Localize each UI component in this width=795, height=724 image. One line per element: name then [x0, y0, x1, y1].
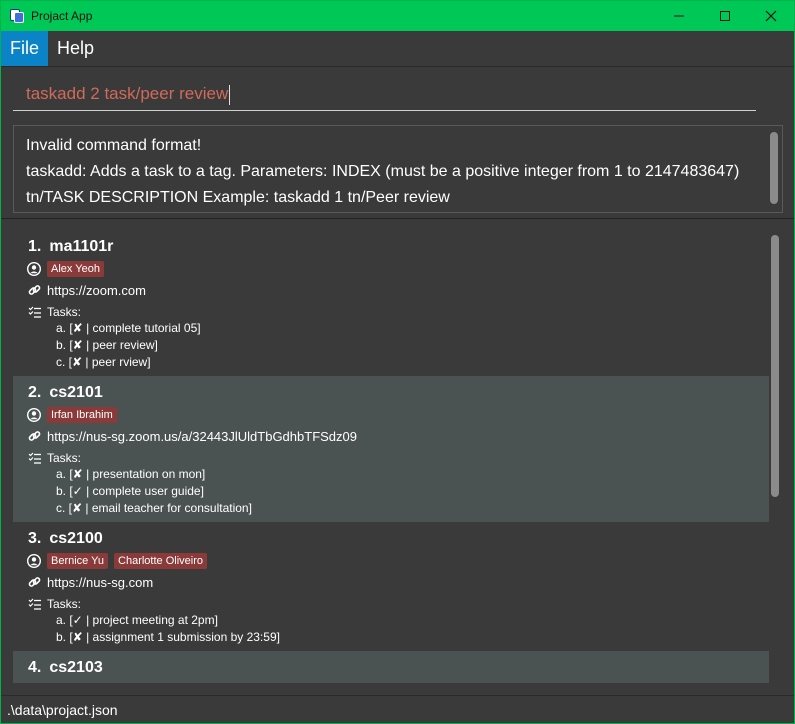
app-logo-icon [9, 8, 25, 24]
window-controls [656, 1, 794, 31]
card-index: 4. [28, 659, 42, 676]
list-item[interactable]: 3. cs2100 Bernice Yu Charlotte Oliveiro … [13, 522, 769, 651]
list-scrollbar[interactable] [771, 235, 779, 497]
task-list-icon [27, 451, 41, 465]
link-icon [27, 430, 41, 444]
card-title: cs2100 [49, 530, 103, 547]
status-bar: .\data\projact.json [1, 695, 794, 723]
card-title: ma1101r [49, 238, 114, 255]
tasks-label: Tasks: [47, 451, 82, 465]
card-index: 2. [28, 384, 42, 401]
task-item: a. [✘ | presentation on mon] [56, 467, 206, 481]
menu-file[interactable]: File [1, 31, 49, 66]
card-index: 3. [28, 530, 42, 547]
task-item: b. [✘ | peer review] [56, 338, 158, 352]
close-button[interactable] [748, 1, 794, 31]
task-item: a. [✓ | project meeting at 2pm] [56, 613, 218, 627]
command-box: taskadd 2 task/peer review [1, 67, 794, 119]
result-line: tn/TASK DESCRIPTION Example: taskadd 1 t… [26, 189, 450, 206]
person-icon [27, 408, 41, 422]
list-item[interactable]: 2. cs2101 Irfan Ibrahim https://nus-sg.z… [13, 376, 769, 522]
task-item: b. [✓ | complete user guide] [56, 484, 204, 498]
menu-bar: File Help [1, 31, 794, 67]
result-display[interactable]: Invalid command format! taskadd: Adds a … [13, 125, 783, 213]
task-list-icon [27, 305, 41, 319]
text-caret [229, 84, 231, 105]
meeting-link[interactable]: https://nus-sg.zoom.us/a/32443JlUldTbGdh… [47, 429, 357, 444]
contact-tag: Charlotte Oliveiro [114, 553, 207, 569]
close-icon [765, 10, 777, 22]
result-line: Invalid command format! [26, 137, 202, 154]
meeting-link[interactable]: https://zoom.com [47, 283, 146, 298]
minimize-icon [674, 15, 684, 17]
tasks-label: Tasks: [47, 305, 82, 319]
list-item[interactable]: 1. ma1101r Alex Yeoh https://zoom.com Ta… [13, 230, 769, 376]
contact-tag: Irfan Ibrahim [47, 407, 117, 423]
card-title: cs2101 [49, 384, 103, 401]
card-title: cs2103 [49, 659, 103, 676]
tasks-label: Tasks: [47, 597, 82, 611]
minimize-button[interactable] [656, 1, 702, 31]
task-item: b. [✘ | assignment 1 submission by 23:59… [56, 630, 280, 644]
command-input[interactable]: taskadd 2 task/peer review [13, 77, 756, 111]
card-index: 1. [28, 238, 42, 255]
task-item: c. [✘ | email teacher for consultation] [56, 501, 252, 515]
contact-tag: Bernice Yu [47, 553, 109, 569]
person-icon [27, 554, 41, 568]
title-bar: Projact App [1, 1, 794, 31]
contact-tag: Alex Yeoh [47, 261, 104, 277]
result-line: taskadd: Adds a task to a tag. Parameter… [26, 163, 740, 180]
list-item[interactable]: 4. cs2103 [13, 651, 769, 683]
task-item: c. [✘ | peer rview] [56, 355, 151, 369]
link-icon [27, 576, 41, 590]
divider [1, 218, 794, 219]
tag-list: 1. ma1101r Alex Yeoh https://zoom.com Ta… [13, 230, 783, 683]
link-icon [27, 284, 41, 298]
result-scrollbar[interactable] [770, 132, 778, 204]
task-item: a. [✘ | complete tutorial 05] [56, 321, 201, 335]
window-title: Projact App [31, 9, 93, 23]
command-text: taskadd 2 task/peer review [26, 84, 229, 103]
meeting-link[interactable]: https://nus-sg.com [47, 575, 153, 590]
task-list-icon [27, 597, 41, 611]
menu-help[interactable]: Help [48, 31, 103, 66]
maximize-button[interactable] [702, 1, 748, 31]
maximize-icon [720, 11, 730, 21]
app-window: Projact App File Help taskadd 2 task/pee… [0, 0, 795, 724]
person-icon [27, 262, 41, 276]
